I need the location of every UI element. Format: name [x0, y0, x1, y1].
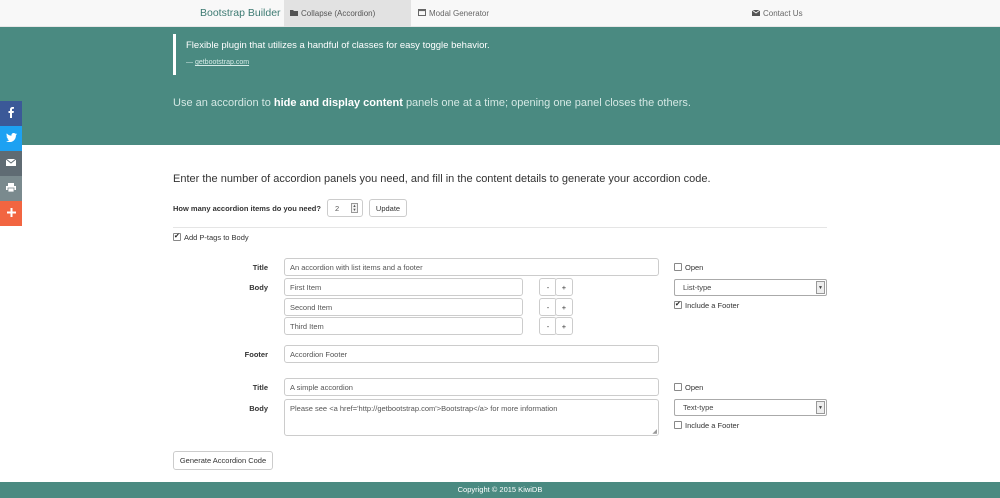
ptags-checkbox[interactable]: [173, 232, 181, 241]
share-more-button[interactable]: [0, 201, 22, 226]
page-headline: Enter the number of accordion panels you…: [173, 173, 711, 185]
nav-tab-modal-generator[interactable]: Modal Generator: [418, 0, 498, 27]
quote-source-link[interactable]: getbootstrap.com: [195, 59, 249, 66]
lead-after: panels one at a time; opening one panel …: [405, 97, 691, 109]
panel1-item-input[interactable]: Third Item: [284, 317, 523, 335]
share-email-button[interactable]: [0, 151, 22, 176]
panel2-type-select[interactable]: Text-type ▼: [674, 399, 827, 416]
blockquote: Flexible plugin that utilizes a handful …: [173, 34, 490, 75]
page-footer: Copyright © 2015 KiwiDB: [0, 482, 1000, 498]
folder-icon: [290, 0, 298, 27]
panel2-open-checkbox[interactable]: [674, 383, 682, 391]
window-icon: [418, 0, 426, 27]
panel1-open-checkbox[interactable]: [674, 263, 682, 271]
count-stepper[interactable]: 2 ▲ ▼: [327, 199, 363, 217]
quote-dash: —: [186, 59, 193, 66]
panel1-item-input[interactable]: Second Item: [284, 298, 523, 316]
panel2-title-label: Title: [252, 383, 268, 392]
panel1-item-add-button[interactable]: +: [555, 298, 573, 316]
resize-handle-icon[interactable]: ◢: [652, 428, 657, 435]
panel2-title-input[interactable]: A simple accordion: [284, 378, 659, 396]
panel1-item-add-button[interactable]: +: [555, 317, 573, 335]
nav-contact-us[interactable]: Contact Us: [751, 0, 812, 27]
panel1-type-select[interactable]: List-type ▼: [674, 279, 827, 296]
panel1-item-add-button[interactable]: +: [555, 278, 573, 296]
email-icon: [5, 158, 17, 168]
navbar: Bootstrap Builder Collapse (Accordion) G…: [0, 0, 1000, 45]
spinner-arrows-icon[interactable]: ▲ ▼: [351, 203, 358, 213]
panel2-include-footer-label: Include a Footer: [685, 421, 740, 430]
panel2-body-label: Body: [249, 404, 268, 413]
count-value: 2: [335, 203, 340, 213]
quote-text: Flexible plugin that utilizes a handful …: [186, 40, 490, 51]
plus-icon: [6, 208, 16, 219]
facebook-icon: [7, 107, 15, 120]
chevron-down-icon: ▼: [816, 401, 825, 414]
panel1-type-value: List-type: [683, 283, 712, 292]
nav-tab-collapse-generator[interactable]: Collapse (Accordion) Generator: [284, 0, 411, 45]
panel1-footer-input[interactable]: Accordion Footer: [284, 345, 659, 363]
quote-source: — getbootstrap.com: [186, 59, 490, 66]
nav-tab-label: Modal Generator: [429, 9, 490, 18]
ptags-label: Add P-tags to Body: [184, 233, 249, 242]
panel2-body-value: Please see <a href='http://getbootstrap.…: [290, 404, 558, 413]
count-label: How many accordion items do you need?: [173, 204, 321, 213]
chevron-down-icon: ▼: [816, 281, 825, 294]
panel2-include-footer-checkbox[interactable]: [674, 421, 682, 429]
print-icon: [6, 183, 16, 194]
share-facebook-button[interactable]: [0, 101, 22, 126]
envelope-icon: [751, 0, 761, 27]
hero-lead: Use an accordion to hide and display con…: [173, 97, 691, 109]
panel1-include-footer-label: Include a Footer: [685, 301, 740, 310]
twitter-icon: [5, 133, 17, 144]
panel1-open-label: Open: [685, 263, 704, 272]
generate-code-button[interactable]: Generate Accordion Code: [173, 451, 273, 470]
panel2-type-value: Text-type: [683, 403, 714, 412]
panel1-item-input[interactable]: First Item: [284, 278, 523, 296]
panel1-title-label: Title: [252, 263, 268, 272]
nav-contact-label: Contact Us: [763, 9, 803, 18]
lead-before: Use an accordion to: [173, 97, 271, 109]
panel1-title-input[interactable]: An accordion with list items and a foote…: [284, 258, 659, 276]
share-twitter-button[interactable]: [0, 126, 22, 151]
lead-bold: hide and display content: [273, 97, 403, 109]
panel2-open-label: Open: [685, 383, 704, 392]
hero-banner: Flexible plugin that utilizes a handful …: [0, 27, 1000, 145]
panel1-body-label: Body: [249, 283, 268, 292]
panel2-body-textarea[interactable]: Please see <a href='http://getbootstrap.…: [284, 399, 659, 436]
update-button[interactable]: Update: [369, 199, 407, 217]
panel1-footer-label: Footer: [244, 350, 268, 359]
panel1-include-footer-checkbox[interactable]: [674, 300, 682, 309]
share-print-button[interactable]: [0, 176, 22, 201]
divider: [173, 227, 827, 228]
brand-link[interactable]: Bootstrap Builder: [200, 7, 281, 19]
